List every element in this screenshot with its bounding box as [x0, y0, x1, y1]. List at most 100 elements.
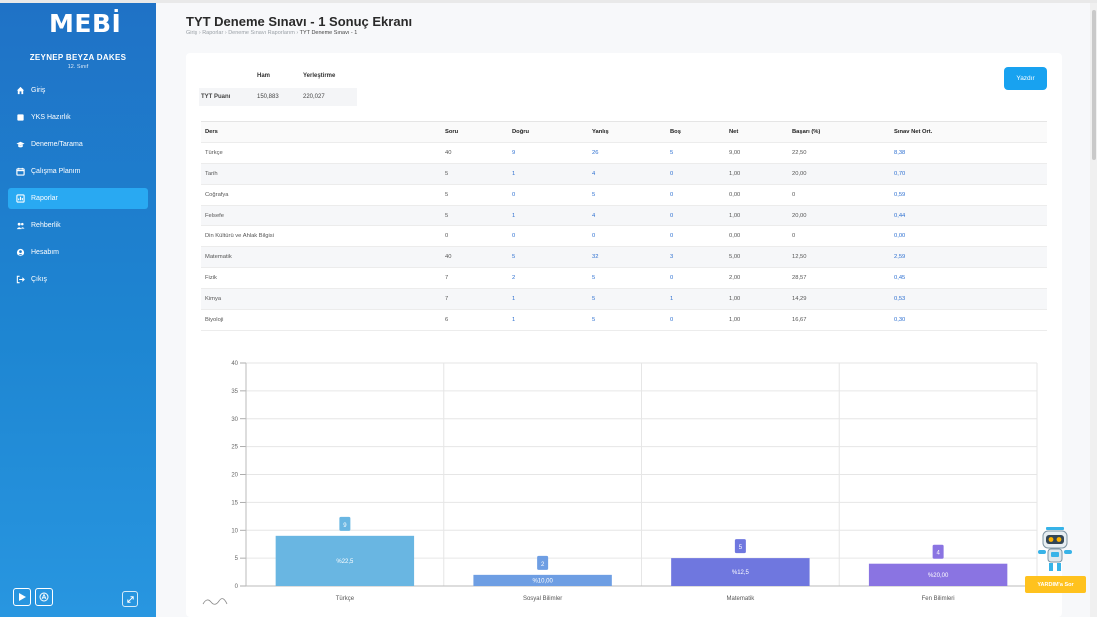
- table-cell: 5: [588, 267, 666, 290]
- user-icon: [16, 248, 25, 257]
- table-cell: 2,00: [725, 267, 788, 290]
- sidebar-item-calisma-planim[interactable]: Çalışma Planım: [8, 161, 148, 182]
- summary-ham-value: 150,883: [257, 94, 279, 100]
- table-row: Biyoloji 6 1 5 0 1,00 16,67 0,30: [201, 309, 1047, 331]
- breadcrumb-item[interactable]: Deneme Sınavı Raporlarım: [228, 30, 295, 36]
- table-cell: 0,00: [890, 225, 1047, 248]
- results-table-body: Türkçe 40 9 26 5 9,00 22,50 8,38 Tarih 5 1 4 0 1,00 20…: [201, 142, 1047, 331]
- col-ders: Ders: [201, 121, 441, 143]
- table-cell: 0,44: [890, 205, 1047, 227]
- table-cell: Türkçe: [201, 142, 441, 164]
- table-row: Fizik 7 2 5 0 2,00 28,57 0,45: [201, 267, 1047, 290]
- sidebar-item-cikis[interactable]: Çıkış: [8, 269, 148, 290]
- breadcrumb-item[interactable]: Raporlar: [202, 30, 223, 36]
- table-cell: 0: [508, 225, 588, 248]
- bar-inner-label: %20,00: [928, 573, 949, 579]
- table-cell: 5: [588, 288, 666, 311]
- fullscreen-button[interactable]: [122, 591, 138, 607]
- table-cell: 20,00: [788, 205, 890, 227]
- table-cell: 2,59: [890, 246, 1047, 269]
- table-cell: 5: [666, 142, 725, 164]
- logo[interactable]: MEBİ: [49, 9, 121, 38]
- store-buttons: [13, 588, 57, 606]
- table-cell: 5: [588, 309, 666, 331]
- x-tick-label: Fen Bilimleri: [922, 596, 955, 602]
- sidebar-item-hesabim[interactable]: Hesabım: [8, 242, 148, 263]
- bar-chart-svg: 05101520253035409%22,5Türkçe2%10,00Sosya…: [231, 361, 1038, 602]
- table-cell: 0,00: [725, 184, 788, 206]
- col-bos: Boş: [666, 121, 725, 143]
- y-tick-label: 25: [231, 445, 238, 451]
- table-header-row: Ders Soru Doğru Yanlış Boş Net Başarı (%…: [201, 121, 1047, 143]
- table-cell: 5: [441, 163, 508, 185]
- breadcrumb-current: TYT Deneme Sınavı - 1: [299, 30, 358, 36]
- sidebar-item-raporlar[interactable]: Raporlar: [8, 188, 148, 209]
- app-store-icon: [39, 592, 49, 602]
- table-cell: 0: [441, 225, 508, 248]
- table-cell: 0: [666, 267, 725, 290]
- col-yanlis: Yanlış: [588, 121, 666, 143]
- google-play-button[interactable]: [13, 588, 31, 606]
- sidebar-item-giris[interactable]: Giriş: [8, 80, 148, 101]
- table-cell: 1: [508, 163, 588, 185]
- page-scrollbar-thumb[interactable]: [1092, 10, 1096, 160]
- col-sinav-net-ort: Sınav Net Ort.: [890, 121, 1047, 143]
- table-cell: 0: [788, 225, 890, 248]
- table-cell: 7: [441, 288, 508, 311]
- table-cell: 20,00: [788, 163, 890, 185]
- table-row: Kimya 7 1 5 1 1,00 14,29 0,53: [201, 288, 1047, 311]
- app-store-button[interactable]: [35, 588, 53, 606]
- table-cell: 40: [441, 142, 508, 164]
- table-cell: 1,00: [725, 163, 788, 185]
- table-cell: 0,45: [890, 267, 1047, 290]
- sidebar-item-rehberlik[interactable]: Rehberlik: [8, 215, 148, 236]
- table-cell: Tarih: [201, 163, 441, 185]
- calendar-icon: [16, 167, 25, 176]
- ask-assistant-button[interactable]: YARDIM'a Sor: [1025, 576, 1086, 593]
- user-name: ZEYNEP BEYZA DAKES: [29, 53, 127, 62]
- y-tick-label: 0: [235, 584, 239, 590]
- logout-icon: [16, 275, 25, 284]
- sidebar-item-label: Hesabım: [31, 249, 60, 256]
- table-cell: Matematik: [201, 246, 441, 269]
- logo-text: MEBİ: [49, 9, 122, 38]
- table-cell: 0: [666, 309, 725, 331]
- sidebar-item-label: Çıkış: [31, 276, 47, 283]
- robot-assistant-icon[interactable]: [1030, 527, 1080, 575]
- table-cell: 26: [588, 142, 666, 164]
- table-cell: 2: [508, 267, 588, 290]
- table-cell: 28,57: [788, 267, 890, 290]
- sidebar-item-label: Deneme/Tarama: [31, 141, 83, 148]
- summary-header-yerlestirme: Yerleştirme: [303, 73, 336, 79]
- table-cell: 6: [441, 309, 508, 331]
- graduation-cap-icon: [16, 140, 25, 149]
- table-row: Din Kültürü ve Ahlak Bilgisi 0 0 0 0 0,00 0 0,0…: [201, 225, 1047, 248]
- table-cell: 1: [508, 309, 588, 331]
- print-button[interactable]: Yazdır: [1004, 67, 1047, 90]
- table-cell: 5,00: [725, 246, 788, 269]
- y-tick-label: 5: [235, 556, 239, 562]
- y-tick-label: 20: [231, 473, 238, 479]
- bar-inner-label: %10,00: [532, 578, 553, 584]
- table-row: Felsefe 5 1 4 0 1,00 20,00 0,44: [201, 205, 1047, 227]
- breadcrumb-item[interactable]: Giriş: [186, 30, 197, 36]
- sidebar-item-label: Çalışma Planım: [31, 168, 81, 175]
- users-icon: [16, 221, 25, 230]
- table-cell: 0: [588, 225, 666, 248]
- bar-inner-label: %12,5: [732, 570, 750, 576]
- book-icon: [16, 113, 25, 122]
- table-cell: 5: [508, 246, 588, 269]
- table-cell: 0: [508, 184, 588, 206]
- page-title: TYT Deneme Sınavı - 1 Sonuç Ekranı: [186, 14, 413, 29]
- table-cell: 5: [441, 205, 508, 227]
- user-class: 12. Sınıf: [67, 64, 89, 70]
- summary-row-label: TYT Puanı: [201, 94, 231, 100]
- table-cell: 1,00: [725, 309, 788, 331]
- table-cell: 0,00: [725, 225, 788, 248]
- sidebar-item-deneme-tarama[interactable]: Deneme/Tarama: [8, 134, 148, 155]
- sidebar-item-yks-hazirlik[interactable]: YKS Hazırlık: [8, 107, 148, 128]
- x-tick-label: Türkçe: [336, 596, 355, 602]
- app-root: MEBİ ZEYNEP BEYZA DAKES 12. Sınıf Giriş …: [0, 0, 1097, 617]
- table-cell: 14,29: [788, 288, 890, 311]
- table-cell: 0: [788, 184, 890, 206]
